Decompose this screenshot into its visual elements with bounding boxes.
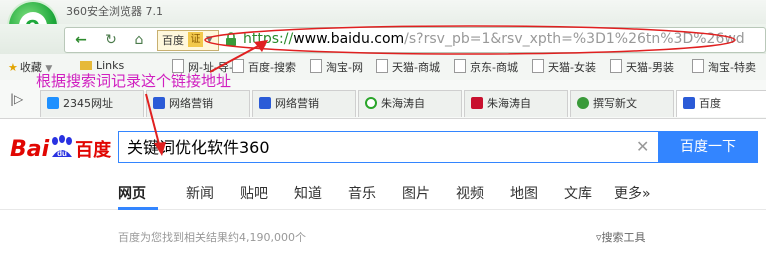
back-arrow-icon[interactable]: ← — [71, 32, 91, 48]
page-icon — [232, 59, 244, 73]
navigation-bar: ← ↻ ⌂ 百度 证 ▼ https://www.baidu.com/s?rsv… — [0, 24, 766, 54]
tab-label: 网络营销 — [169, 97, 213, 110]
tab-label: 2345网址 — [63, 97, 113, 110]
chevron-down-icon: ▼ — [206, 35, 213, 45]
page-icon — [692, 59, 704, 73]
page-icon — [532, 59, 544, 73]
address-bar-frame: ← ↻ ⌂ 百度 证 ▼ https://www.baidu.com/s?rsv… — [64, 27, 766, 53]
search-tools-label: 搜索工具 — [601, 231, 646, 244]
logo-text-zh: 百度 — [75, 140, 112, 161]
tab-label: 网络营销 — [275, 97, 319, 110]
tab-label: 朱海涛自 — [381, 97, 425, 110]
tab-wenku[interactable]: 文库 — [564, 183, 592, 203]
tab-label: 撰写新文 — [593, 97, 637, 110]
svg-text:du: du — [57, 149, 67, 158]
bookmark-item[interactable]: 淘宝-特卖 — [692, 59, 756, 75]
browser-tab[interactable]: 撰写新文 — [570, 90, 674, 117]
baidu-paw-icon — [259, 97, 271, 109]
browser-tab[interactable]: 网络营销 — [252, 90, 356, 117]
baidu-paw-icon — [683, 97, 695, 109]
sidebar-toggle-icon[interactable]: |▷ — [10, 92, 23, 106]
search-button[interactable]: 百度一下 — [658, 131, 758, 163]
baidu-header: Bai du 百度 关键词优化软件360 ✕ 百度一下 网页 新闻 贴吧 知道 … — [0, 119, 766, 219]
search-category-tabs: 网页 新闻 贴吧 知道 音乐 图片 视频 地图 文库 更多» — [0, 183, 766, 209]
site-favicon-icon — [471, 97, 483, 109]
engine-label: 百度 — [162, 34, 184, 47]
browser-tab[interactable]: 朱海涛自 — [464, 90, 568, 117]
bookmark-label: 淘宝-网 — [326, 61, 363, 74]
result-count: 百度为您找到相关结果约4,190,000个 — [118, 231, 306, 244]
page-icon — [610, 59, 622, 73]
bookmark-item[interactable]: 淘宝-网 — [310, 59, 363, 75]
bookmark-item[interactable]: 天猫-商城 — [376, 59, 440, 75]
loading-icon — [365, 97, 377, 109]
title-bar: 360安全浏览器 7.1 — [0, 0, 766, 24]
baidu-logo[interactable]: Bai du 百度 — [10, 135, 111, 171]
tab-images[interactable]: 图片 — [402, 183, 430, 203]
tab-music[interactable]: 音乐 — [348, 183, 376, 203]
url-domain: www.baidu.com — [293, 31, 405, 47]
bookmark-label: 京东-商城 — [470, 61, 518, 74]
tab-tieba[interactable]: 贴吧 — [240, 183, 268, 203]
bookmark-label: 天猫-男装 — [626, 61, 674, 74]
divider — [0, 209, 766, 210]
tab-news[interactable]: 新闻 — [186, 183, 214, 203]
annotation-text: 根据搜索词记录这个链接地址 — [36, 72, 232, 90]
search-engine-selector[interactable]: 百度 证 ▼ — [157, 30, 219, 51]
bookmark-item[interactable]: 百度-搜索 — [232, 59, 296, 75]
bookmark-label: 百度-搜索 — [248, 61, 296, 74]
baidu-paw-icon — [153, 97, 165, 109]
clear-icon[interactable]: ✕ — [636, 137, 649, 156]
bookmark-label: 天猫-商城 — [392, 61, 440, 74]
active-tab-indicator — [118, 207, 158, 210]
lock-icon — [226, 32, 236, 46]
tab-video[interactable]: 视频 — [456, 183, 484, 203]
folder-icon — [80, 61, 92, 70]
tab-label: 百度 — [699, 97, 721, 110]
browser-tab-active[interactable]: 百度 — [676, 90, 766, 117]
baidu-paw-icon: du — [49, 135, 75, 159]
browser-tab[interactable]: 朱海涛自 — [358, 90, 462, 117]
search-input[interactable]: 关键词优化软件360 — [118, 131, 658, 163]
tab-more[interactable]: 更多» — [614, 183, 651, 203]
certificate-icon: 证 — [188, 32, 203, 47]
bookmark-item[interactable]: 天猫-男装 — [610, 59, 674, 75]
bookmark-label: 淘宝-特卖 — [708, 61, 756, 74]
tab-zhidao[interactable]: 知道 — [294, 183, 322, 203]
page-icon — [454, 59, 466, 73]
url-path: /s?rsv_pb=1&rsv_xpth=%3D1%26tn%3D%26wd — [404, 31, 745, 47]
url-field[interactable]: https://www.baidu.com/s?rsv_pb=1&rsv_xpt… — [243, 31, 763, 47]
bookmark-label: 天猫-女装 — [548, 61, 596, 74]
refresh-icon[interactable]: ↻ — [101, 32, 121, 48]
tab-map[interactable]: 地图 — [510, 183, 538, 203]
home-icon[interactable]: ⌂ — [129, 32, 149, 48]
star-icon: ★ — [8, 61, 18, 74]
page-icon — [310, 59, 322, 73]
logo-text-bai: Bai — [10, 137, 50, 162]
url-protocol: https:// — [243, 31, 294, 47]
bookmark-item[interactable]: 京东-商城 — [454, 59, 518, 75]
tab-label: 朱海涛自 — [487, 97, 531, 110]
tab-web[interactable]: 网页 — [118, 183, 146, 203]
search-tools-button[interactable]: ▿搜索工具 — [596, 229, 646, 245]
tab-favicon-icon — [47, 97, 59, 109]
browser-tab[interactable]: 2345网址 — [40, 90, 144, 117]
bookmark-item[interactable]: 天猫-女装 — [532, 59, 596, 75]
window-title: 360安全浏览器 7.1 — [66, 5, 163, 18]
page-icon — [376, 59, 388, 73]
browser-tab[interactable]: 网络营销 — [146, 90, 250, 117]
site-favicon-icon — [577, 97, 589, 109]
